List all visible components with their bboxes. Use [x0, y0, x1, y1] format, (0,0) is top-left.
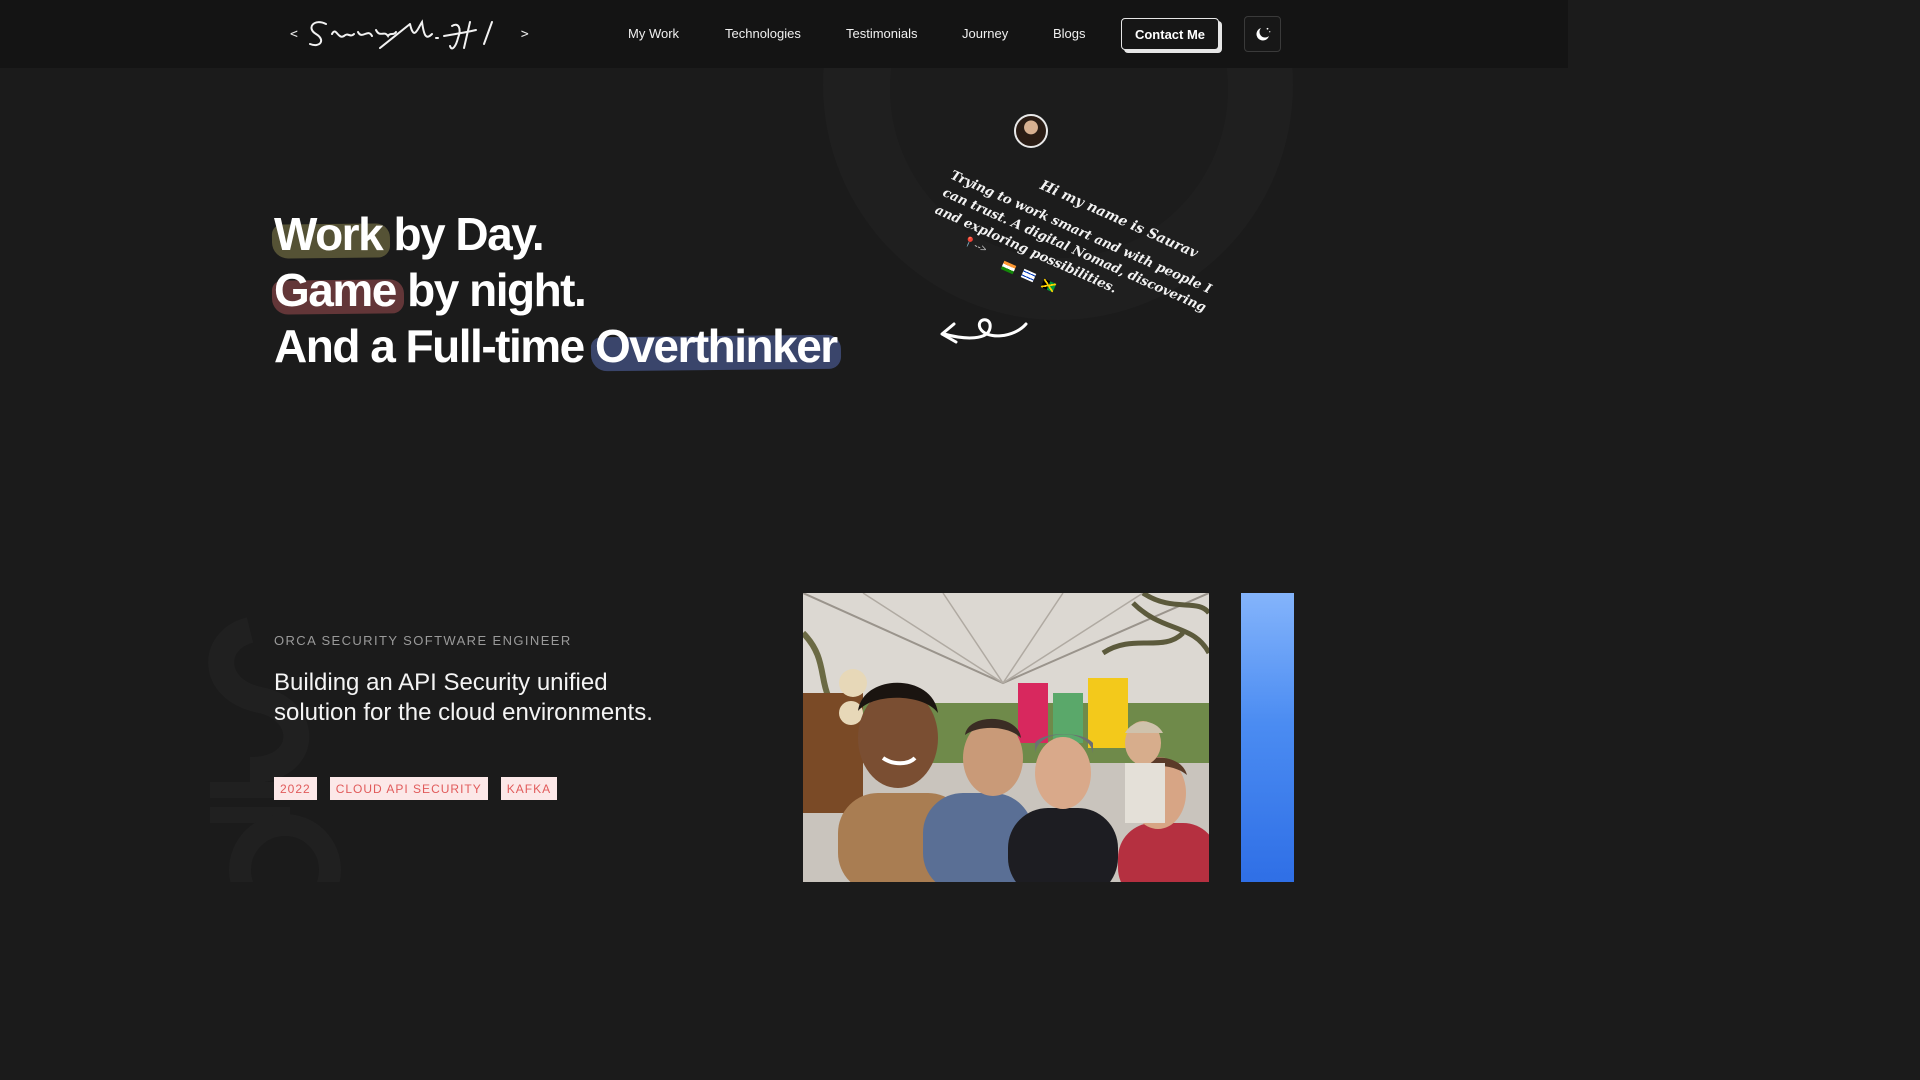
headline-line-2-rest: by night. — [395, 264, 587, 316]
nav-link-journey[interactable]: Journey — [962, 26, 1008, 41]
headline-line-1-rest: by Day. — [382, 208, 544, 260]
headline-line-3-rest: And a Full-time — [274, 320, 595, 372]
work-eyebrow: ORCA SECURITY SOFTWARE ENGINEER — [274, 633, 572, 648]
work-title: Building an API Security unified solutio… — [274, 669, 653, 726]
site-logo[interactable]: < > — [290, 12, 555, 56]
tag-cloud-api-security: CLOUD API SECURITY — [329, 777, 488, 800]
moon-icon — [1255, 27, 1270, 41]
nav-link-blogs[interactable]: Blogs — [1053, 26, 1086, 41]
headline-line-3: And a Full-time Overthinker — [274, 318, 838, 374]
curly-arrow-icon — [940, 318, 1028, 344]
top-navbar: < > My Work Technologies Testimonials Jo… — [0, 0, 1568, 68]
tag-kafka: KAFKA — [500, 777, 558, 800]
team-photo-illustration — [803, 593, 1209, 882]
nav-link-testimonials[interactable]: Testimonials — [846, 26, 918, 41]
team-photo — [803, 593, 1209, 882]
nav-link-technologies[interactable]: Technologies — [725, 26, 801, 41]
highlight-work: Work — [274, 208, 384, 260]
highlight-overthinker: Overthinker — [595, 320, 838, 372]
work-tags: 2022 CLOUD API SECURITY KAFKA — [274, 777, 558, 800]
highlight-game: Game — [274, 264, 397, 316]
logo-close-bracket: > — [520, 26, 529, 42]
accent-color-bar — [1241, 593, 1294, 882]
avatar — [1014, 114, 1048, 148]
theme-toggle-button[interactable] — [1244, 16, 1281, 52]
headline-line-2: Game by night. — [274, 262, 837, 318]
contact-me-button[interactable]: Contact Me — [1121, 18, 1219, 50]
tag-year: 2022 — [274, 777, 317, 800]
hero-headline: Work by Day. Game by night. And a Full-t… — [274, 206, 838, 374]
headline-line-1: Work by Day. — [274, 206, 837, 262]
nav-link-my-work[interactable]: My Work — [628, 26, 679, 41]
signature-logo — [308, 19, 493, 50]
logo-open-bracket: < — [290, 26, 298, 42]
